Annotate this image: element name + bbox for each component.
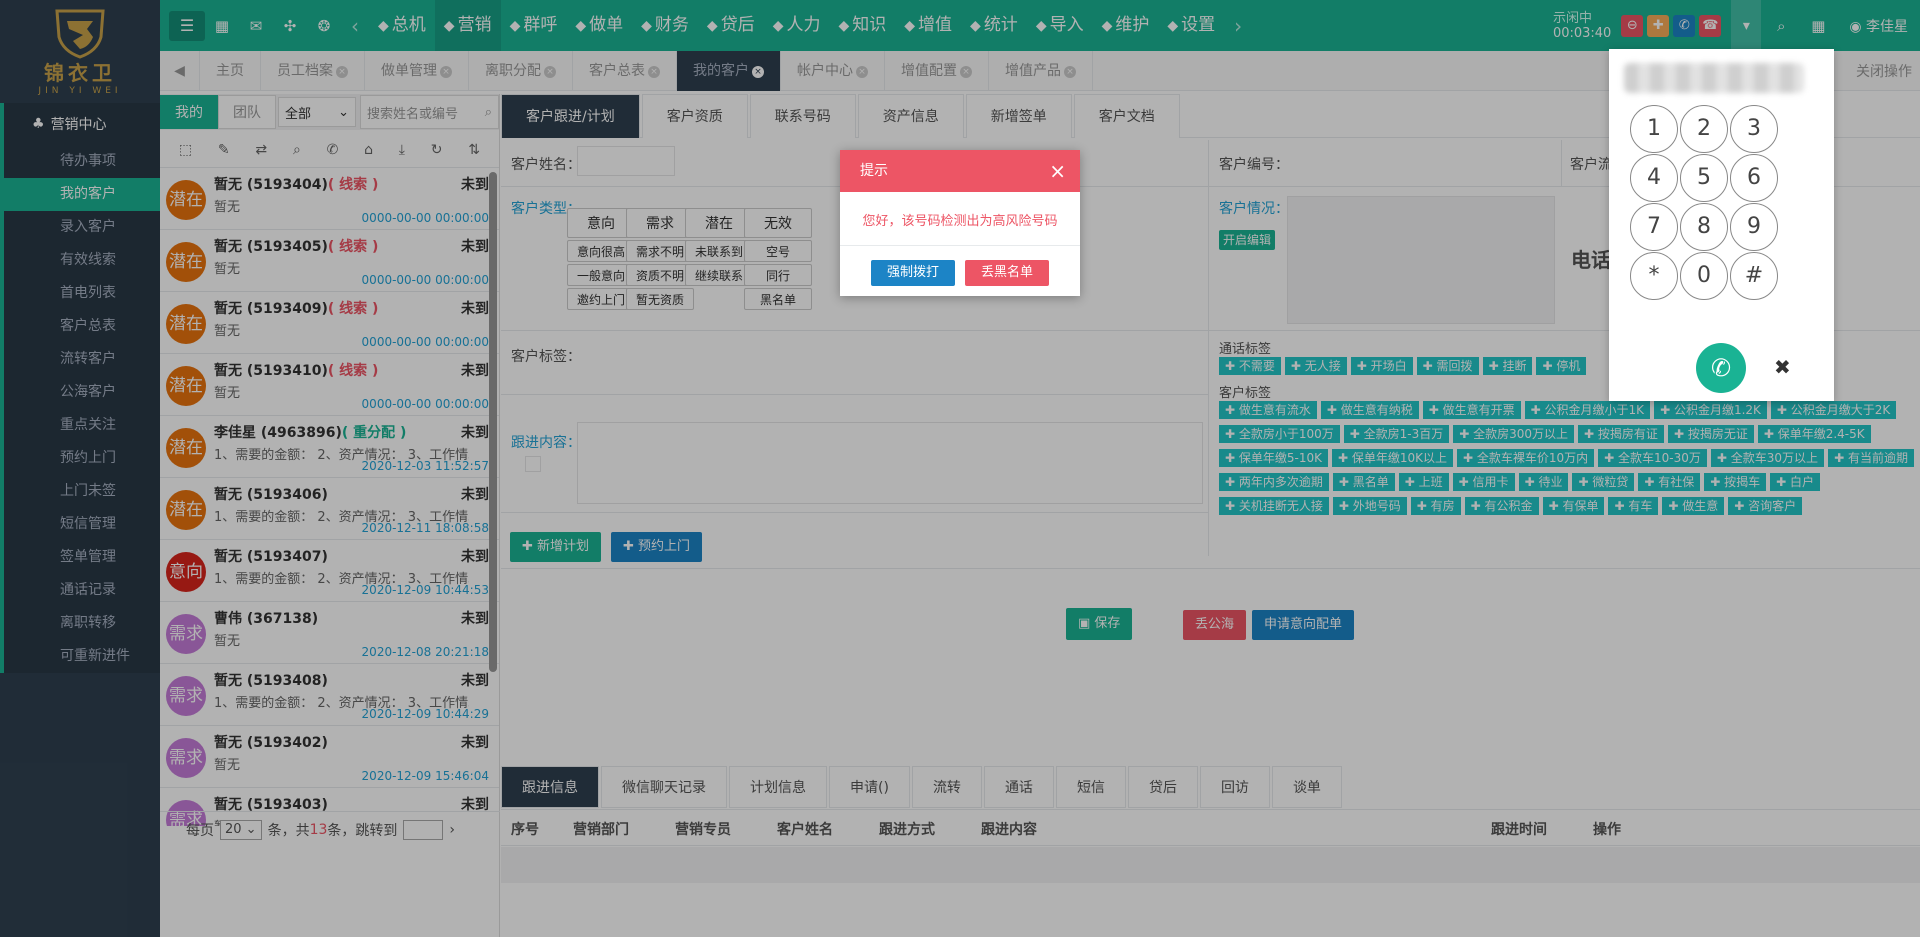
dial-key[interactable]: 7	[1630, 203, 1678, 251]
blacklist-button[interactable]: 丢黑名单	[965, 260, 1050, 286]
risk-warning-dialog: 提示 × 您好，该号码检测出为高风险号码 强制拨打 丢黑名单	[840, 150, 1080, 296]
dial-pad: 1 2 3 4 5 6 7 8 9 * 0 # ✆ ✖	[1609, 49, 1834, 401]
dial-key[interactable]: 1	[1630, 105, 1678, 153]
clear-icon[interactable]: ✖	[1774, 355, 1791, 379]
dial-key[interactable]: *	[1630, 252, 1678, 300]
dial-key[interactable]: 2	[1680, 105, 1728, 153]
dial-key[interactable]: 8	[1680, 203, 1728, 251]
dial-key[interactable]: 0	[1680, 252, 1728, 300]
call-button[interactable]: ✆	[1696, 343, 1746, 393]
dial-key[interactable]: #	[1730, 252, 1778, 300]
dialog-divider	[840, 245, 1080, 246]
dial-key[interactable]: 4	[1630, 154, 1678, 202]
phone-icon: ✆	[1710, 354, 1732, 382]
dialog-actions: 强制拨打 丢黑名单	[840, 260, 1080, 286]
dial-key[interactable]: 9	[1730, 203, 1778, 251]
dialog-header: 提示 ×	[840, 150, 1080, 192]
dialed-number-display	[1624, 63, 1804, 93]
dial-key[interactable]: 5	[1680, 154, 1728, 202]
dial-key[interactable]: 3	[1730, 105, 1778, 153]
dialog-message: 您好，该号码检测出为高风险号码	[862, 214, 1058, 229]
app-root: 锦衣卫 JIN YI WEI ♣ 营销中心 待办事项 我的客户 录入客户 有效线索 首电…	[0, 0, 1920, 937]
force-call-button[interactable]: 强制拨打	[870, 260, 955, 286]
close-icon[interactable]: ×	[1049, 150, 1066, 192]
dial-key[interactable]: 6	[1730, 154, 1778, 202]
dialog-title: 提示	[860, 163, 888, 179]
